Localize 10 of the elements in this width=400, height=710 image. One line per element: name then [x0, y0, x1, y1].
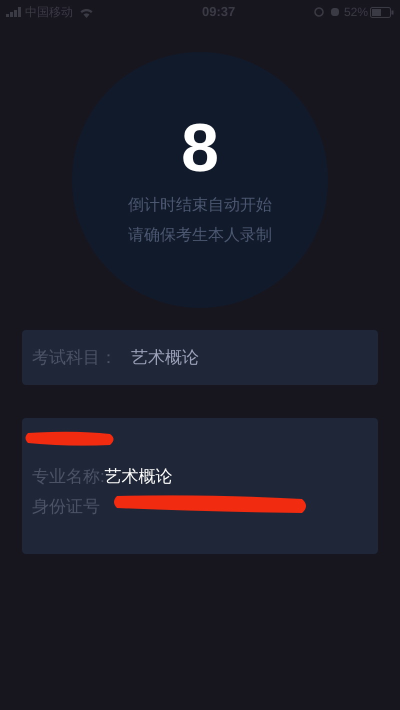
countdown-number: 8 — [181, 112, 219, 184]
lock-rotation-icon — [314, 7, 324, 17]
subject-value: 艺术概论 — [131, 346, 199, 369]
alarm-icon — [330, 7, 340, 17]
hint-text: 请确保考生本人录制 — [128, 226, 272, 246]
major-value: 艺术概论 — [104, 466, 173, 488]
signal-icon — [6, 7, 22, 17]
wifi-icon — [79, 6, 94, 18]
battery-icon — [370, 6, 394, 18]
hint-text: 倒计时结束自动开始 — [128, 196, 272, 216]
